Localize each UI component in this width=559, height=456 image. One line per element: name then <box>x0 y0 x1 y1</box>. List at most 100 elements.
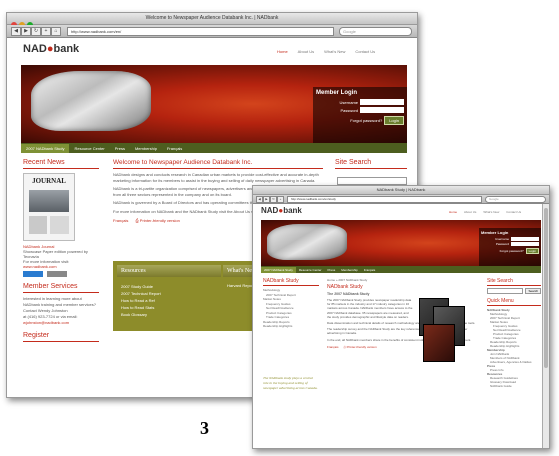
journal-masthead: JOURNAL <box>32 177 66 185</box>
username-input[interactable] <box>360 99 404 105</box>
topnav-about[interactable]: About Us <box>464 210 476 214</box>
nav-membership[interactable]: Membership <box>130 144 162 153</box>
password-input[interactable] <box>511 242 539 246</box>
sponsor-logo <box>23 271 67 277</box>
logo-part-a: NAD <box>23 43 47 55</box>
nav-study[interactable]: 2007 NADbank Study <box>21 143 70 153</box>
address-bar[interactable]: http://www.nadbank.com/en/ <box>67 27 334 36</box>
left-column: Recent News JOURNAL NADbank Journal Show… <box>23 159 99 342</box>
site-search-input[interactable] <box>487 288 524 294</box>
nadbank-link[interactable]: www.nadbank.com <box>23 264 99 269</box>
page-title: NADbank Study <box>327 284 363 290</box>
site-search-heading: Site Search <box>335 159 407 169</box>
printer-icon[interactable]: ⎙ <box>135 218 138 223</box>
site-search-input[interactable] <box>337 177 407 185</box>
logo-part-a: NAD <box>261 206 279 215</box>
login-button[interactable]: Login <box>384 116 404 125</box>
member-services-body: Interested in learning more about NADban… <box>23 296 96 307</box>
site-search-button[interactable]: Search <box>525 288 541 294</box>
add-bookmark-icon[interactable]: + <box>277 196 284 203</box>
scrollbar-thumb[interactable] <box>544 208 548 368</box>
hero-banner: Member Login Username Password Forgot pa… <box>21 65 407 143</box>
resource-link[interactable]: How to Read a Ref <box>121 297 161 304</box>
home-icon[interactable]: ⌂ <box>51 27 61 36</box>
nav-resource-center[interactable]: Resource Center <box>69 144 109 153</box>
site-logo[interactable]: NAD●bank <box>23 43 79 55</box>
topnav-contact[interactable]: Contact Us <box>355 49 375 54</box>
back-icon[interactable]: ◀ <box>256 196 263 203</box>
address-bar[interactable]: http://www.nadbank.com/en/study <box>287 196 482 203</box>
browser-window-study: NADbank Study | NADbank ◀ ▶ ↻ + http://w… <box>252 185 550 449</box>
quick-menu-item[interactable]: NADbank Guide <box>487 384 541 388</box>
member-services-email[interactable]: wjohnston@nadbank.com <box>23 320 99 326</box>
nav-press[interactable]: Press <box>110 144 130 153</box>
login-button[interactable]: Login <box>525 248 539 254</box>
resources-tab[interactable]: Resources <box>117 265 221 277</box>
forgot-password-link[interactable]: Forgot password? <box>350 118 382 123</box>
top-nav: Home About Us What's New Contact Us <box>277 49 375 54</box>
nav-francais[interactable]: Français <box>361 267 379 273</box>
register-heading: Register <box>23 332 99 342</box>
username-label: Username <box>339 99 358 105</box>
journal-thumbnail[interactable]: JOURNAL <box>23 173 75 241</box>
sidebar-item[interactable]: Readership Highlights <box>263 324 319 329</box>
login-panel: Member Login Username Password Forgot pa… <box>313 87 407 143</box>
nav-study[interactable]: 2007 NADbank Study <box>261 266 296 273</box>
study-book-image <box>423 324 455 362</box>
back-icon[interactable]: ◀ <box>11 27 21 36</box>
username-input[interactable] <box>511 237 539 241</box>
topnav-home[interactable]: Home <box>277 49 288 54</box>
francais-link[interactable]: Français <box>327 345 339 349</box>
password-label: Password <box>495 242 509 246</box>
browser-toolbar: ◀ ▶ ↻ + ⌂ http://www.nadbank.com/en/ Goo… <box>7 25 417 38</box>
browser-search-input[interactable]: Google <box>339 27 412 36</box>
nav-resource-center[interactable]: Resource Center <box>296 267 325 273</box>
sidebar-heading: NADbank Study <box>263 278 319 286</box>
site-logo[interactable]: NAD●bank <box>261 206 302 215</box>
password-input[interactable] <box>360 107 404 113</box>
add-bookmark-icon[interactable]: + <box>41 27 51 36</box>
francais-link[interactable]: Français <box>113 218 128 223</box>
journal-column <box>50 216 69 234</box>
topnav-home[interactable]: Home <box>449 210 457 214</box>
printer-icon[interactable]: ⎙ <box>343 345 345 349</box>
resources-list: 2007 Study Guide 2007 Technical Report H… <box>121 283 161 318</box>
topnav-whats-new[interactable]: What's New <box>324 49 345 54</box>
login-title: Member Login <box>481 230 509 235</box>
topnav-contact[interactable]: Contact Us <box>506 210 521 214</box>
quick-menu: NADbank Study Methodology 2007 Technical… <box>487 308 541 388</box>
title-bar: NADbank Study | NADbank <box>253 186 549 201</box>
right-column: Site Search <box>335 159 407 169</box>
breadcrumb[interactable]: Home » 2007 NADbank Study <box>327 278 477 282</box>
forward-icon[interactable]: ▶ <box>21 27 31 36</box>
study-sidebar: NADbank Study Methodology 2007 Technical… <box>263 278 319 329</box>
nav-membership[interactable]: Membership <box>338 267 361 273</box>
topnav-about[interactable]: About Us <box>298 49 314 54</box>
browser-toolbar: ◀ ▶ ↻ + http://www.nadbank.com/en/study … <box>253 195 549 204</box>
reload-icon[interactable]: ↻ <box>270 196 277 203</box>
forward-icon[interactable]: ▶ <box>263 196 270 203</box>
resource-link[interactable]: Book Glossary <box>121 311 161 318</box>
resource-link[interactable]: How to Read Stats <box>121 304 161 311</box>
member-services-heading: Member Services <box>23 283 99 293</box>
forgot-password-link[interactable]: Forgot password? <box>500 249 524 253</box>
nav-francais[interactable]: Français <box>162 144 187 153</box>
window-title: Welcome to Newspaper Audience Databank I… <box>145 15 279 21</box>
journal-photo <box>29 190 69 212</box>
resource-link[interactable]: 2007 Technical Report <box>121 290 161 297</box>
reload-icon[interactable]: ↻ <box>31 27 41 36</box>
nav-press[interactable]: Press <box>325 267 339 273</box>
window-title: NADbank Study | NADbank <box>376 187 426 192</box>
newspapers-image <box>267 224 347 260</box>
quick-menu-heading: Quick Menu <box>487 298 541 306</box>
printer-friendly-link[interactable]: Printer-friendly version <box>140 218 180 223</box>
scrollbar[interactable] <box>542 204 549 448</box>
top-nav: Home About Us What's New Contact Us <box>449 210 521 214</box>
main-nav: 2007 NADbank Study Resource Center Press… <box>21 143 407 153</box>
browser-search-input[interactable]: Google <box>485 196 546 203</box>
topnav-whats-new[interactable]: What's New <box>483 210 499 214</box>
study-paragraph-1: The 2007 NADbank Study provides newspape… <box>327 298 413 319</box>
resource-link[interactable]: 2007 Study Guide <box>121 283 161 290</box>
right-column: Site Search Search Quick Menu NADbank St… <box>487 278 541 388</box>
printer-friendly-link[interactable]: Printer-friendly version <box>347 345 377 349</box>
